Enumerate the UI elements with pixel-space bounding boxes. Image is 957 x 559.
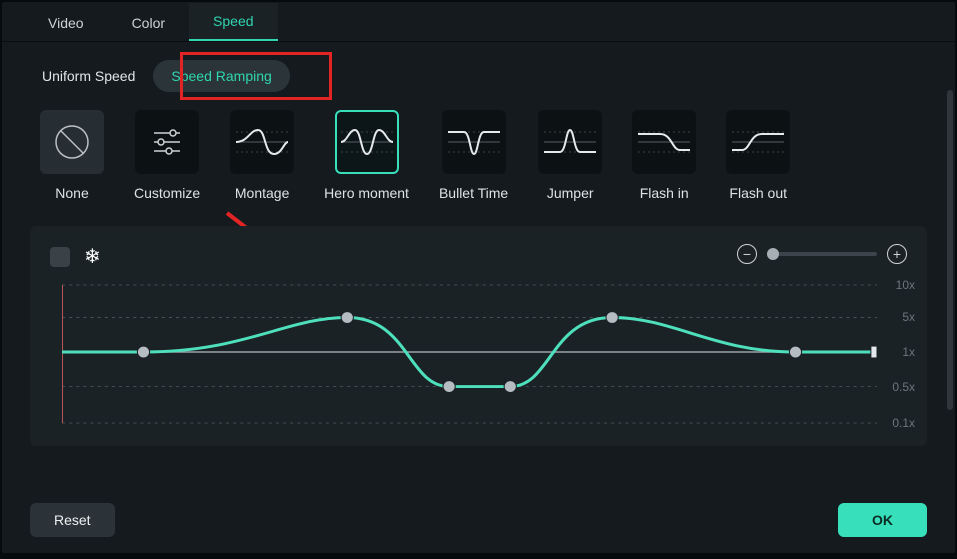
reset-button[interactable]: Reset — [30, 503, 115, 537]
y-axis-label: 0.1x — [892, 416, 915, 430]
preset-label: Customize — [134, 184, 200, 202]
preset-label: Flash out — [729, 184, 787, 202]
none-icon — [52, 122, 92, 162]
jumper-curve-icon — [542, 122, 598, 162]
hero-moment-curve-icon — [339, 122, 395, 162]
preset-customize[interactable]: Customize — [134, 110, 200, 202]
ok-button[interactable]: OK — [838, 503, 927, 537]
flash-in-curve-icon — [636, 122, 692, 162]
tab-speed[interactable]: Speed — [189, 3, 277, 41]
y-axis-label: 0.5x — [892, 380, 915, 394]
preset-label: Flash in — [640, 184, 689, 202]
speed-graph-area: ❄ − + — [30, 226, 927, 446]
preset-jumper[interactable]: Jumper — [538, 110, 602, 202]
zoom-out-button[interactable]: − — [737, 244, 757, 264]
preset-row: None Customize Montage Hero moment Bulle… — [2, 110, 955, 202]
footer-buttons: Reset OK — [30, 503, 927, 537]
y-axis-label: 1x — [902, 345, 915, 359]
flash-out-curve-icon — [730, 122, 786, 162]
vertical-scrollbar[interactable] — [947, 90, 953, 410]
sliders-icon — [146, 121, 188, 163]
subtab-speed-ramping[interactable]: Speed Ramping — [153, 60, 289, 92]
montage-curve-icon — [234, 122, 290, 162]
speed-panel: Video Color Speed Uniform Speed Speed Ra… — [2, 2, 955, 553]
preset-label: Bullet Time — [439, 184, 508, 202]
zoom-in-button[interactable]: + — [887, 244, 907, 264]
preset-label: None — [55, 184, 88, 202]
preset-none[interactable]: None — [40, 110, 104, 202]
preset-montage[interactable]: Montage — [230, 110, 294, 202]
preset-label: Hero moment — [324, 184, 409, 202]
speed-curve-graph[interactable]: 10x 5x 1x 0.5x 0.1x — [62, 280, 877, 428]
bullet-time-curve-icon — [446, 122, 502, 162]
tab-color[interactable]: Color — [108, 5, 189, 41]
preset-flash-out[interactable]: Flash out — [726, 110, 790, 202]
preset-label: Montage — [235, 184, 289, 202]
y-axis-label: 10x — [896, 278, 915, 292]
speed-subtabs: Uniform Speed Speed Ramping — [2, 42, 955, 110]
preset-flash-in[interactable]: Flash in — [632, 110, 696, 202]
preset-label: Jumper — [547, 184, 594, 202]
subtab-uniform-speed[interactable]: Uniform Speed — [42, 68, 135, 84]
main-tabs: Video Color Speed — [2, 2, 955, 42]
preset-hero-moment[interactable]: Hero moment — [324, 110, 409, 202]
freeze-frame-icon[interactable]: ❄ — [84, 244, 101, 269]
keyframe-toggle[interactable] — [50, 247, 70, 267]
tab-video[interactable]: Video — [24, 5, 108, 41]
zoom-slider[interactable] — [767, 252, 877, 256]
y-axis-label: 5x — [902, 310, 915, 324]
preset-bullet-time[interactable]: Bullet Time — [439, 110, 508, 202]
zoom-controls: − + — [737, 244, 907, 264]
